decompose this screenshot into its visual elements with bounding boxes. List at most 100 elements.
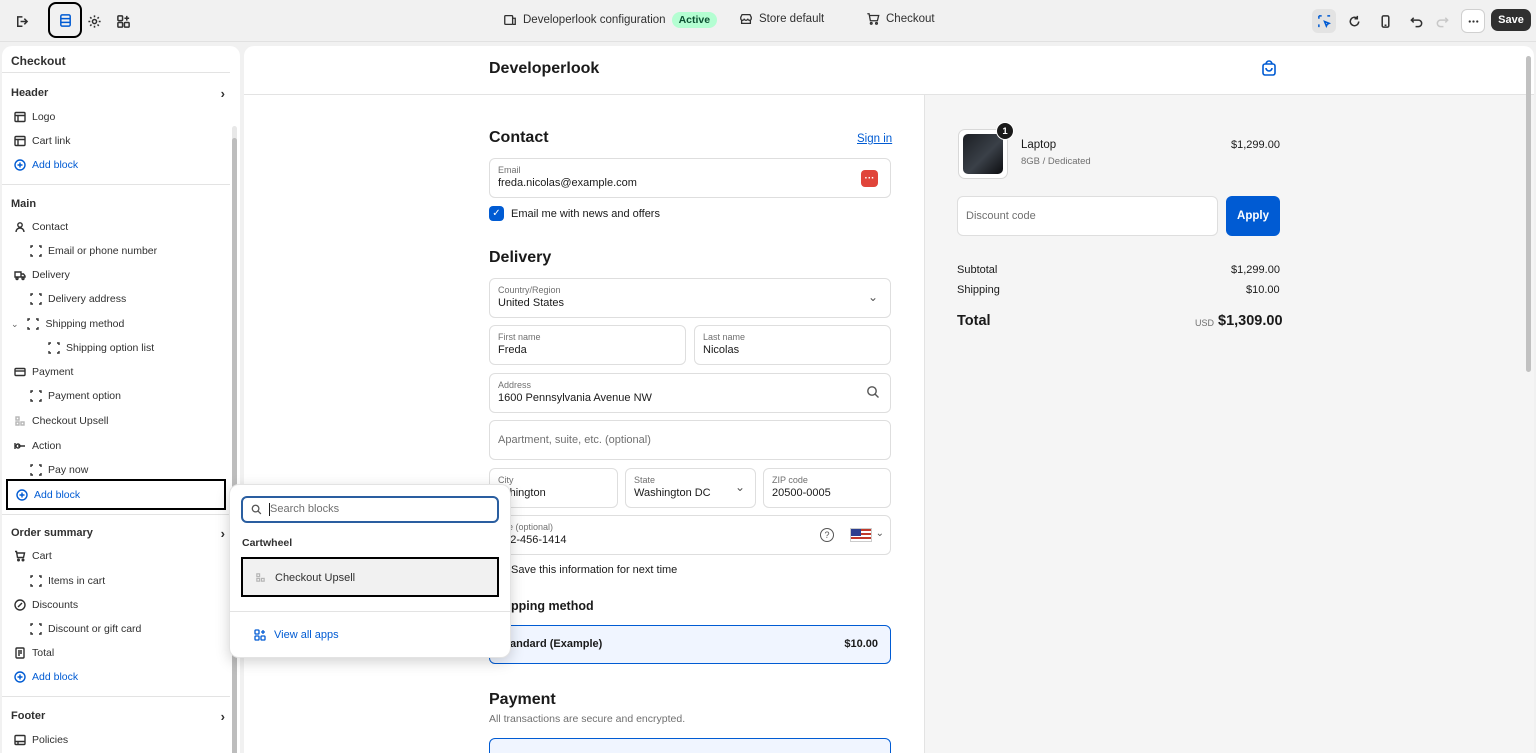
shipping-option[interactable]: andard (Example) $10.00 (489, 625, 891, 664)
refresh-icon[interactable] (1342, 9, 1366, 33)
zip-field[interactable]: ZIP code 20500-0005 (763, 468, 891, 508)
mobile-preview-icon[interactable] (1373, 9, 1397, 33)
section-label: Main (11, 198, 37, 210)
discount-icon (13, 599, 26, 612)
shipping-value: $10.00 (1246, 284, 1280, 296)
shipping-method-title: pping method (511, 599, 594, 613)
sidebar-item-logo[interactable]: Logo (13, 106, 240, 128)
payment-option-box[interactable] (489, 738, 891, 753)
product-price: $1,299.00 (1231, 139, 1280, 151)
discount-code-field[interactable]: Discount code (957, 196, 1218, 236)
sidebar-item-checkout-upsell[interactable]: Checkout Upsell (13, 410, 240, 432)
sidebar-section-main: Main (11, 193, 239, 215)
sidebar-section-footer[interactable]: Footer › (11, 705, 239, 727)
save-info-checkbox-label[interactable]: Save this information for next time (511, 564, 677, 576)
add-block-main[interactable]: Add block (6, 479, 226, 510)
country-select[interactable]: Country/Region United States ⌄ (489, 278, 891, 318)
sidebar-item-label: Cart link (32, 135, 71, 147)
sidebar-item-pay-now[interactable]: Pay now (29, 459, 240, 481)
save-button[interactable]: Save (1491, 9, 1531, 31)
app-icon (255, 572, 266, 586)
undo-icon[interactable] (1404, 9, 1428, 33)
sidebar-item-action[interactable]: Action (13, 435, 240, 457)
config-info[interactable]: Developerlook configuration Active (503, 12, 718, 28)
first-name-field[interactable]: First name Freda (489, 325, 686, 365)
sidebar-item-discounts[interactable]: Discounts (13, 594, 240, 616)
phone-field[interactable]: one (optional) 202-456-1414 ? ⌄ (489, 515, 891, 555)
us-flag-icon[interactable] (850, 528, 872, 542)
sidebar-item-shipping-option-list[interactable]: Shipping option list (47, 337, 240, 359)
address-field[interactable]: Address 1600 Pennsylvania Avenue NW (489, 373, 891, 413)
total-label: Total (957, 313, 991, 329)
receipt-icon (13, 647, 26, 660)
sidebar-item-email-or-phone[interactable]: Email or phone number (29, 240, 240, 262)
sidebar-item-cart-link[interactable]: Cart link (13, 130, 240, 152)
payment-icon (13, 366, 26, 379)
sidebar-item-payment-option[interactable]: Payment option (29, 385, 240, 407)
store-icon (740, 13, 752, 25)
cart-icon (867, 13, 880, 25)
sidebar-section-header[interactable]: Header › (11, 82, 239, 104)
apartment-field[interactable]: Apartment, suite, etc. (optional) (489, 420, 891, 460)
order-summary-pane: 1 Laptop 8GB / Dedicated $1,299.00 Disco… (924, 95, 1534, 753)
chevron-down-icon: ⌄ (734, 480, 745, 494)
sign-in-link[interactable]: Sign in (857, 133, 892, 145)
apps-icon[interactable] (111, 9, 135, 33)
field-value: Washington DC (634, 487, 711, 499)
field-label: Last name (703, 332, 746, 342)
field-value: Freda (498, 344, 527, 356)
sidebar-item-items-in-cart[interactable]: Items in cart (29, 570, 240, 592)
sidebar-item-delivery-address[interactable]: Delivery address (29, 288, 240, 310)
block-option-checkout-upsell[interactable]: Checkout Upsell (241, 557, 499, 597)
sidebar-item-label: Items in cart (48, 575, 106, 587)
payment-title: Payment (489, 691, 556, 708)
page-selector[interactable]: Checkout (866, 12, 935, 26)
preview-scrollbar[interactable] (1526, 56, 1531, 372)
sidebar-item-shipping-method[interactable]: ⌄ Shipping method (11, 313, 239, 335)
block-icon (29, 293, 42, 306)
delivery-title: Delivery (489, 249, 552, 266)
sidebar-item-label: Email or phone number (48, 245, 158, 257)
email-news-checkbox[interactable]: ✓ Email me with news and offers (489, 206, 660, 221)
store-selector[interactable]: Store default (739, 12, 824, 26)
sidebar-item-label: Action (32, 440, 62, 452)
search-icon (866, 385, 880, 402)
store-config-icon (504, 14, 516, 26)
checkbox-label: Email me with news and offers (511, 207, 660, 220)
sidebar-item-delivery[interactable]: Delivery (13, 264, 240, 286)
sidebar: Checkout Header › Logo Cart link Add blo… (2, 46, 240, 753)
sidebar-item-label: Checkout Upsell (32, 415, 109, 427)
add-block-summary[interactable]: Add block (13, 666, 240, 688)
sections-icon[interactable] (48, 2, 82, 38)
block-icon (29, 464, 42, 477)
search-blocks-input[interactable]: Search blocks (241, 496, 499, 523)
last-name-field[interactable]: Last name Nicolas (694, 325, 891, 365)
help-icon[interactable]: ? (820, 528, 834, 542)
sidebar-item-contact[interactable]: Contact (13, 216, 240, 238)
add-block-header[interactable]: Add block (13, 154, 240, 176)
cart-icon (13, 550, 26, 563)
sidebar-item-label: Contact (32, 221, 69, 233)
sidebar-section-order-summary[interactable]: Order summary › (11, 522, 239, 544)
shopping-bag-icon[interactable] (1260, 59, 1278, 80)
sidebar-item-cart[interactable]: Cart (13, 545, 240, 567)
sidebar-item-label: Payment option (48, 390, 121, 402)
email-field[interactable]: Email freda.nicolas@example.com ··· (489, 158, 891, 198)
field-label: Email (498, 165, 521, 175)
sidebar-scrollbar[interactable] (232, 138, 237, 753)
inspector-icon[interactable] (1312, 9, 1336, 33)
sidebar-item-payment[interactable]: Payment (13, 361, 240, 383)
chevron-down-icon[interactable]: ⌄ (11, 319, 19, 330)
sidebar-item-policies[interactable]: Policies (13, 729, 240, 751)
state-select[interactable]: State Washington DC ⌄ (625, 468, 756, 508)
exit-icon[interactable] (9, 9, 33, 33)
checkout-header: Developerlook (244, 46, 1534, 95)
more-icon[interactable] (1461, 9, 1485, 33)
sidebar-item-total[interactable]: Total (13, 642, 240, 664)
password-manager-icon[interactable]: ··· (861, 170, 878, 187)
view-all-apps-link[interactable]: View all apps (254, 629, 339, 641)
sidebar-item-discount-or-gift-card[interactable]: Discount or gift card (29, 618, 240, 640)
gear-icon[interactable] (82, 9, 106, 33)
redo-icon[interactable] (1430, 9, 1454, 33)
apply-button[interactable]: Apply (1226, 196, 1280, 236)
